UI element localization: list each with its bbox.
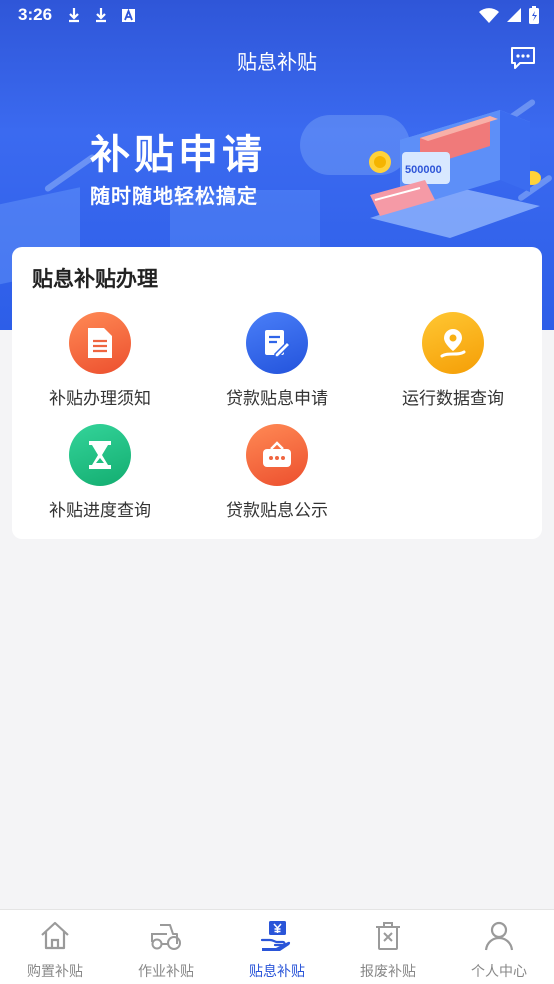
hourglass-icon <box>69 424 131 486</box>
tab-operation-subsidy[interactable]: 作业补贴 <box>111 910 221 984</box>
bottom-tab-bar: 购置补贴 作业补贴 贴息补贴 报废补贴 个人中心 <box>0 909 554 984</box>
banner-title: 补贴申请 <box>90 132 266 178</box>
font-notification-icon <box>122 8 135 22</box>
page-title: 贴息补贴 <box>237 50 317 74</box>
service-card: 贴息补贴办理 补贴办理须知 贷款贴息申请 运行数据查询 补贴进度查询 贷款贴息公… <box>12 247 542 539</box>
download-icon <box>69 8 79 23</box>
tab-label: 购置补贴 <box>27 964 83 980</box>
service-loan-interest-apply[interactable]: 贷款贴息申请 <box>189 312 365 412</box>
service-operation-data-query[interactable]: 运行数据查询 <box>365 312 541 412</box>
service-label: 运行数据查询 <box>402 389 504 409</box>
tab-label: 作业补贴 <box>138 964 194 980</box>
tab-scrap-subsidy[interactable]: 报废补贴 <box>333 910 443 984</box>
service-label: 补贴进度查询 <box>49 501 151 521</box>
tab-label: 贴息补贴 <box>249 964 305 980</box>
status-bar: 3:26 <box>0 0 554 32</box>
tab-label: 个人中心 <box>471 964 527 980</box>
tab-personal-center[interactable]: 个人中心 <box>444 910 554 984</box>
banner-subtitle: 随时随地轻松搞定 <box>90 184 258 208</box>
money-counter-illustration: 500000 <box>369 110 541 238</box>
message-icon[interactable] <box>510 46 536 70</box>
decor-streak <box>43 153 97 193</box>
document-icon <box>69 312 131 374</box>
tractor-icon <box>151 924 181 950</box>
service-label: 补贴办理须知 <box>49 389 151 409</box>
home-icon <box>41 921 69 950</box>
tab-label: 报废补贴 <box>360 964 416 980</box>
battery-icon <box>529 6 539 24</box>
wifi-icon <box>479 8 499 23</box>
location-pin-icon <box>422 312 484 374</box>
service-label: 贷款贴息公示 <box>226 501 328 521</box>
trash-icon <box>376 922 400 950</box>
tab-purchase-subsidy[interactable]: 购置补贴 <box>0 910 110 984</box>
service-subsidy-progress-query[interactable]: 补贴进度查询 <box>12 424 188 524</box>
notice-board-icon <box>246 424 308 486</box>
service-subsidy-guide[interactable]: 补贴办理须知 <box>12 312 188 412</box>
service-label: 贷款贴息申请 <box>226 389 328 409</box>
download-icon <box>96 8 106 23</box>
status-time: 3:26 <box>18 5 53 24</box>
machine-display: 500000 <box>405 164 442 176</box>
tab-interest-subsidy[interactable]: 贴息补贴 <box>222 910 332 984</box>
service-card-heading: 贴息补贴办理 <box>32 267 158 291</box>
edit-form-icon <box>246 312 308 374</box>
person-icon <box>484 921 514 951</box>
top-nav-bar: 贴息补贴 <box>0 40 554 80</box>
service-loan-interest-notice[interactable]: 贷款贴息公示 <box>189 424 365 524</box>
signal-icon <box>507 8 521 22</box>
hand-yuan-icon <box>260 921 291 951</box>
